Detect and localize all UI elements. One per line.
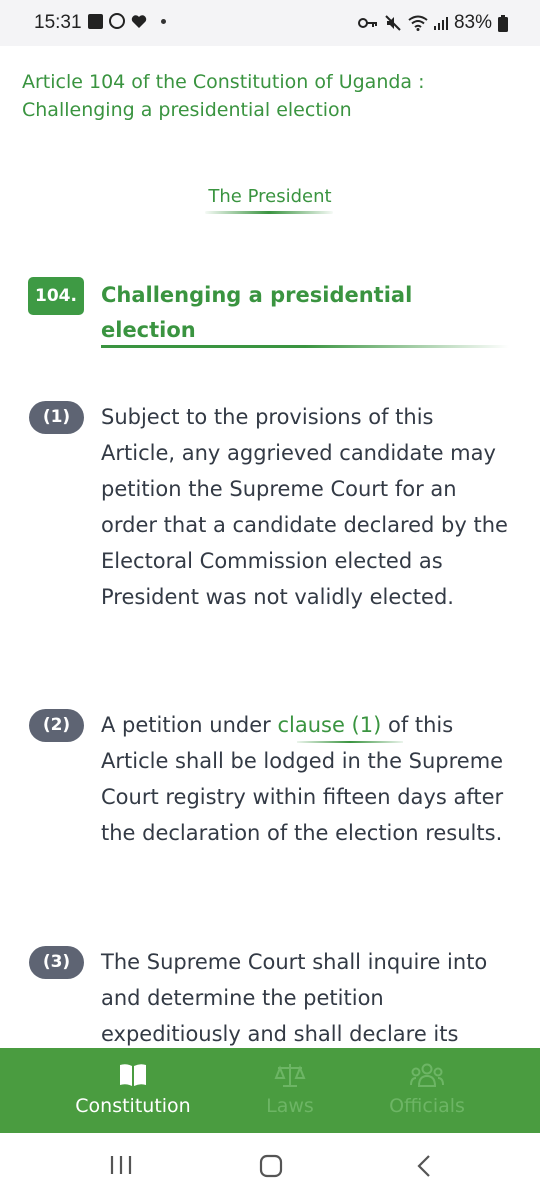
clause-link[interactable]: clause (1) — [277, 713, 381, 737]
clause-link-underline — [297, 741, 403, 743]
system-nav-bar — [0, 1133, 540, 1200]
part-title-underline — [205, 211, 333, 214]
signal-icon — [433, 17, 448, 30]
battery-percent: 83% — [453, 12, 492, 33]
key-icon — [357, 18, 377, 28]
battery-icon — [498, 14, 508, 32]
clause-text: A petition under clause (1) of this Arti… — [101, 707, 511, 851]
section-title-underline — [101, 345, 509, 348]
wifi-icon — [408, 15, 428, 31]
nav-officials[interactable]: Officials — [377, 1048, 477, 1133]
clause-badge: (3) — [29, 946, 84, 979]
home-icon[interactable] — [258, 1153, 284, 1179]
recent-apps-icon[interactable] — [108, 1153, 134, 1177]
part-title[interactable]: The President — [0, 186, 540, 207]
dot-icon — [161, 18, 166, 24]
notification-icons — [88, 13, 166, 29]
clause-badge: (2) — [29, 709, 84, 742]
people-icon — [410, 1063, 444, 1087]
gallery-icon — [88, 13, 103, 29]
section-number-badge: 104. — [28, 277, 84, 315]
nav-label: Laws — [266, 1095, 314, 1117]
clause-text-before-link: A petition under — [101, 713, 278, 737]
back-icon[interactable] — [412, 1153, 436, 1179]
status-time: 15:31 — [34, 12, 82, 33]
heart-icon — [131, 14, 147, 28]
whatsapp-icon — [109, 13, 125, 29]
bottom-nav: Constitution Laws Officials — [0, 1048, 540, 1133]
book-icon — [120, 1064, 146, 1086]
clause-badge: (1) — [29, 401, 84, 434]
nav-constitution[interactable]: Constitution — [62, 1048, 204, 1133]
article-header: Article 104 of the Constitution of Ugand… — [22, 71, 425, 121]
nav-label: Constitution — [75, 1095, 191, 1117]
status-bar: 15:31 83% — [0, 0, 540, 46]
section-title: Challenging a presidential election — [101, 283, 413, 342]
nav-label: Officials — [389, 1095, 465, 1117]
nav-laws[interactable]: Laws — [240, 1048, 340, 1133]
clause-text: The Supreme Court shall inquire into and… — [101, 950, 488, 1046]
mute-icon — [385, 15, 401, 31]
system-icons: 83% — [357, 12, 508, 34]
scales-icon — [274, 1064, 306, 1087]
clause-text: Subject to the provisions of this Articl… — [101, 405, 508, 609]
